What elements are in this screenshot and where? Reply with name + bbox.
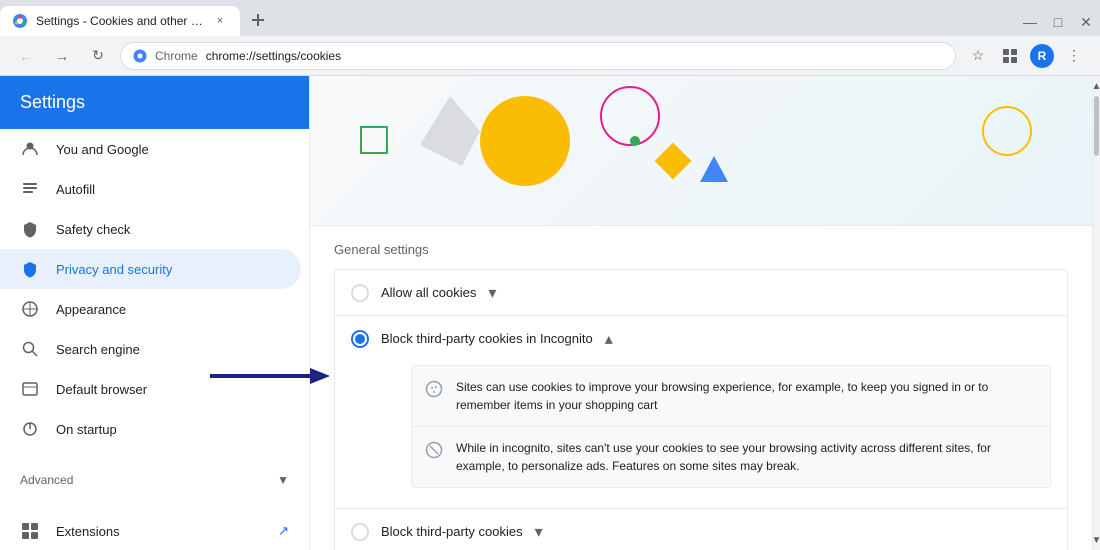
sidebar: Settings You and Google Autofill Safe: [0, 76, 310, 550]
tab-close-btn[interactable]: ×: [212, 13, 228, 29]
tab-favicon: [12, 13, 28, 29]
sidebar-label-privacy-security: Privacy and security: [56, 262, 172, 277]
sidebar-label-safety-check: Safety check: [56, 222, 130, 237]
option-block-incognito-container: Block third-party cookies in Incognito ▴: [335, 315, 1067, 508]
hero-shapes: [310, 76, 1092, 225]
advanced-section[interactable]: Advanced ▼: [0, 465, 309, 495]
option-allow-all-label: Allow all cookies: [381, 285, 476, 300]
radio-block-third-party[interactable]: [351, 523, 369, 541]
sidebar-label-on-startup: On startup: [56, 422, 117, 437]
sidebar-item-safety-check[interactable]: Safety check: [0, 209, 301, 249]
sidebar-label-search-engine: Search engine: [56, 342, 140, 357]
bookmark-icon[interactable]: ☆: [964, 42, 992, 70]
chevron-down-icon: ▼: [277, 473, 289, 487]
toolbar: ← → ↻ Chrome chrome://settings/cookies ☆…: [0, 36, 1100, 76]
extensions-menu-icon: [20, 521, 40, 541]
reload-button[interactable]: ↻: [84, 42, 112, 70]
back-button[interactable]: ←: [12, 42, 40, 70]
hero-area: [310, 76, 1092, 226]
page-content: Settings You and Google Autofill Safe: [0, 76, 1100, 550]
url-prefix: Chrome: [155, 49, 198, 63]
address-bar[interactable]: Chrome chrome://settings/cookies: [120, 42, 956, 70]
new-tab-button[interactable]: [244, 6, 272, 34]
expanded-item-2: While in incognito, sites can't use your…: [412, 426, 1050, 487]
expanded-text-1: Sites can use cookies to improve your br…: [456, 378, 1038, 414]
scrollbar-down[interactable]: ▼: [1093, 530, 1100, 550]
minimize-button[interactable]: —: [1016, 8, 1044, 36]
privacy-icon: [20, 259, 40, 279]
user-avatar: R: [1030, 44, 1054, 68]
scrollbar-track: [1093, 96, 1100, 530]
extensions-icon[interactable]: [996, 42, 1024, 70]
cookie-icon: [424, 379, 444, 399]
green-dot-shape: [630, 136, 640, 146]
browser-icon: [20, 379, 40, 399]
avatar-icon[interactable]: R: [1028, 42, 1056, 70]
options-container: Allow all cookies ▾ Block third-party co…: [334, 269, 1068, 550]
advanced-label: Advanced: [20, 473, 73, 487]
main-content: General settings Allow all cookies ▾ Blo…: [310, 76, 1092, 550]
active-tab[interactable]: Settings - Cookies and other site... ×: [0, 6, 240, 36]
sidebar-item-on-startup[interactable]: On startup: [0, 409, 301, 449]
chevron-block-incognito-icon: ▴: [605, 329, 613, 349]
autofill-icon: [20, 179, 40, 199]
toolbar-icons: ☆ R ⋮: [964, 42, 1088, 70]
sidebar-item-extensions[interactable]: Extensions ↗: [0, 511, 309, 550]
appearance-icon: [20, 299, 40, 319]
search-icon: [20, 339, 40, 359]
sidebar-label-default-browser: Default browser: [56, 382, 147, 397]
option-allow-all[interactable]: Allow all cookies ▾: [335, 270, 1067, 315]
extensions-label: Extensions: [56, 524, 120, 539]
sidebar-item-you-google[interactable]: You and Google: [0, 129, 301, 169]
expanded-text-2: While in incognito, sites can't use your…: [456, 439, 1038, 475]
scrollbar-up[interactable]: ▲: [1093, 76, 1100, 96]
section-title: General settings: [334, 242, 1068, 257]
radio-allow-all[interactable]: [351, 284, 369, 302]
incognito-icon: [424, 440, 444, 460]
yellow-diamond-shape: [655, 143, 692, 180]
tab-title: Settings - Cookies and other site...: [36, 14, 204, 28]
chevron-block-third-party-icon: ▾: [535, 522, 543, 542]
external-link-icon: ↗: [278, 523, 289, 539]
option-block-third-party-label: Block third-party cookies: [381, 524, 523, 539]
yellow-circle-shape: [480, 96, 570, 186]
shield-icon: [20, 219, 40, 239]
scrollbar[interactable]: ▲ ▼: [1092, 76, 1100, 550]
expanded-item-1: Sites can use cookies to improve your br…: [412, 366, 1050, 426]
orange-circle-outline-shape: [982, 106, 1032, 156]
sidebar-label-appearance: Appearance: [56, 302, 126, 317]
browser-frame: Settings - Cookies and other site... × —…: [0, 0, 1100, 550]
sidebar-label-autofill: Autofill: [56, 182, 95, 197]
forward-button[interactable]: →: [48, 42, 76, 70]
url-text: chrome://settings/cookies: [206, 49, 341, 63]
pointer-arrow: [210, 366, 330, 386]
sidebar-header: Settings: [0, 76, 309, 129]
chevron-allow-all-icon: ▾: [488, 283, 496, 303]
sidebar-label-you-google: You and Google: [56, 142, 149, 157]
sidebar-item-appearance[interactable]: Appearance: [0, 289, 301, 329]
option-block-incognito[interactable]: Block third-party cookies in Incognito ▴: [335, 316, 1067, 361]
sidebar-item-privacy-security[interactable]: Privacy and security: [0, 249, 301, 289]
tab-bar: Settings - Cookies and other site... × —…: [0, 0, 1100, 36]
expanded-items: Sites can use cookies to improve your br…: [411, 365, 1051, 488]
startup-icon: [20, 419, 40, 439]
sidebar-item-autofill[interactable]: Autofill: [0, 169, 301, 209]
option-block-incognito-label: Block third-party cookies in Incognito: [381, 331, 593, 346]
option-block-third-party[interactable]: Block third-party cookies ▾: [335, 508, 1067, 550]
maximize-button[interactable]: □: [1044, 8, 1072, 36]
scrollbar-thumb[interactable]: [1094, 96, 1099, 156]
gray-blob-shape: [420, 96, 480, 166]
blue-triangle-shape: [700, 156, 728, 182]
expanded-content: Sites can use cookies to improve your br…: [335, 365, 1067, 508]
close-button[interactable]: ✕: [1072, 8, 1100, 36]
arrow-svg: [210, 366, 330, 386]
sidebar-item-search-engine[interactable]: Search engine: [0, 329, 301, 369]
menu-button[interactable]: ⋮: [1060, 42, 1088, 70]
settings-title: Settings: [20, 92, 85, 112]
person-icon: [20, 139, 40, 159]
settings-section: General settings Allow all cookies ▾ Blo…: [310, 226, 1092, 550]
green-rect-shape: [360, 126, 388, 154]
chrome-favicon-small: [133, 49, 147, 63]
radio-block-incognito[interactable]: [351, 330, 369, 348]
